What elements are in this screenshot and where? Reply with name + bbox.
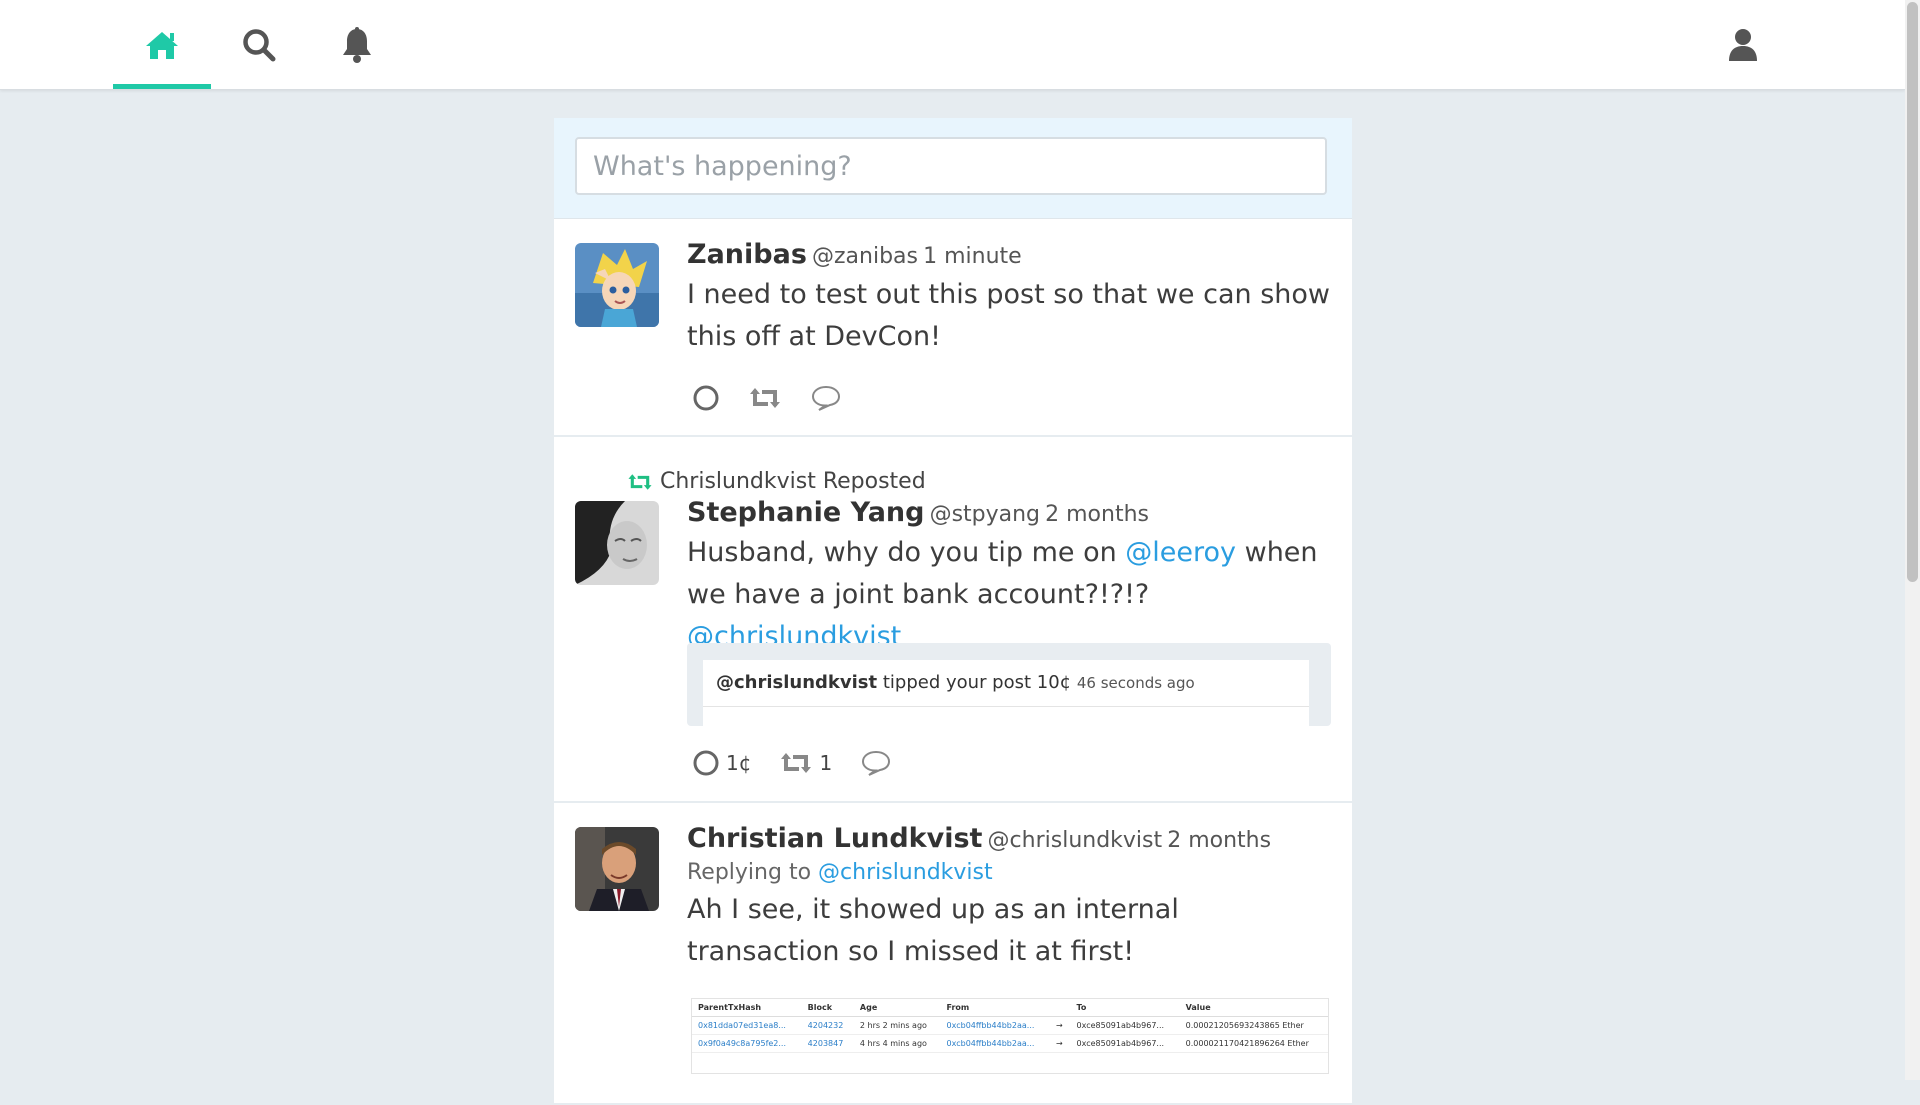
tab-search[interactable] (210, 0, 308, 89)
tip-notification-box: @chrislundkvist tipped your post 10¢ 46 … (687, 643, 1331, 726)
author-name[interactable]: Stephanie Yang (687, 497, 924, 528)
post-text-part: Husband, why do you tip me on (687, 537, 1126, 568)
table-header-row: ParentTxHash Block Age From To Value (692, 999, 1328, 1017)
table-cell: 4203847 (801, 1034, 854, 1053)
column-header: ParentTxHash (692, 999, 802, 1017)
post-time: 2 months (1167, 828, 1272, 853)
table-cell: 2 hrs 2 mins ago (853, 1016, 941, 1035)
author-handle[interactable]: @stpyang (930, 502, 1040, 527)
reply-button[interactable] (810, 384, 842, 412)
replying-mention[interactable]: @chrislundkvist (818, 860, 993, 885)
repost-banner: Chrislundkvist Reposted (626, 469, 926, 494)
profile-button[interactable] (1694, 0, 1792, 89)
post-text: Ah I see, it showed up as an internal tr… (687, 894, 1179, 967)
bell-icon (343, 26, 371, 63)
tip-amount: 1¢ (726, 751, 752, 775)
post-actions (692, 384, 870, 412)
repost-icon (781, 753, 812, 773)
tab-notifications[interactable] (308, 0, 406, 89)
table-cell: → (1050, 1016, 1071, 1035)
replying-label: Replying to (687, 860, 812, 885)
comment-icon (862, 750, 891, 776)
table-cell: 0.000021170421896264 Ether (1179, 1034, 1328, 1053)
column-header: From (940, 999, 1051, 1017)
tip-user[interactable]: @chrislundkvist (716, 672, 877, 693)
column-header: Value (1179, 999, 1328, 1017)
avatar[interactable] (575, 827, 659, 911)
post-content: Christian Lundkvist @chrislundkvist 2 mo… (687, 823, 1331, 973)
tip-action: tipped your post 10¢ (882, 672, 1072, 693)
tip-item: @chrislundkvist tipped your post 10¢ 46 … (703, 660, 1309, 707)
author-handle[interactable]: @chrislundkvist (988, 828, 1163, 853)
top-nav-bar (0, 0, 1905, 90)
author-handle[interactable]: @zanibas (812, 244, 918, 269)
table-cell: 4 hrs 4 mins ago (853, 1034, 941, 1053)
home-icon (146, 31, 178, 59)
table-cell: 4204232 (801, 1016, 854, 1035)
table-row: 0x9f0a49c8a795fe2... 4203847 4 hrs 4 min… (692, 1034, 1328, 1053)
table-cell: 0xcb04ffbb44bb2aa... (940, 1034, 1051, 1053)
column-header: Block (801, 999, 854, 1017)
user-icon (1729, 28, 1757, 61)
repost-button[interactable]: 1 (779, 750, 832, 776)
tip-button[interactable] (692, 384, 720, 412)
column-header (1050, 999, 1071, 1017)
post-content: Zanibas @zanibas 1 minute I need to test… (687, 239, 1331, 358)
post-time: 1 minute (923, 244, 1022, 269)
repost-count: 1 (819, 751, 833, 775)
reply-button[interactable] (860, 749, 892, 777)
repost-icon (750, 388, 780, 408)
compose-box (554, 118, 1352, 219)
replying-to: Replying to @chrislundkvist (687, 860, 1331, 885)
tip-button[interactable]: 1¢ (692, 749, 751, 777)
avatar[interactable] (575, 243, 659, 327)
comment-icon (811, 385, 841, 411)
column-header: Age (853, 999, 941, 1017)
post-actions: 1¢ 1 (692, 749, 920, 777)
scrollbar-thumb[interactable] (1907, 2, 1918, 582)
table-cell: → (1050, 1034, 1071, 1053)
search-icon (243, 28, 276, 61)
post-time: 2 months (1045, 502, 1149, 527)
compose-input[interactable] (575, 137, 1327, 195)
table-cell: 0x9f0a49c8a795fe2... (692, 1034, 802, 1053)
mention-link[interactable]: @leeroy (1125, 537, 1236, 568)
tip-list[interactable]: @chrislundkvist tipped your post 10¢ 46 … (703, 660, 1309, 726)
circle-tip-icon (693, 385, 719, 411)
tab-home[interactable] (113, 0, 211, 89)
transaction-screenshot: ParentTxHash Block Age From To Value 0x8… (691, 998, 1329, 1074)
post-stephanie[interactable]: Chrislundkvist Reposted Stephanie Yang @… (554, 437, 1352, 803)
repost-button[interactable] (748, 385, 782, 411)
author-name[interactable]: Zanibas (687, 239, 807, 270)
tip-time: 46 seconds ago (1076, 674, 1195, 692)
avatar[interactable] (575, 501, 659, 585)
table-row: 0x81dda07ed31ea8... 4204232 2 hrs 2 mins… (692, 1016, 1328, 1035)
table-cell: 0.00021205693243865 Ether (1179, 1016, 1328, 1035)
repost-label[interactable]: Chrislundkvist Reposted (660, 469, 926, 494)
post-zanibas[interactable]: Zanibas @zanibas 1 minute I need to test… (554, 219, 1352, 437)
repost-icon (628, 473, 652, 490)
post-text: I need to test out this post so that we … (687, 279, 1330, 352)
table-cell: 0xcb04ffbb44bb2aa... (940, 1016, 1051, 1035)
post-christian[interactable]: Christian Lundkvist @chrislundkvist 2 mo… (554, 803, 1352, 1105)
author-name[interactable]: Christian Lundkvist (687, 823, 982, 854)
column-header: To (1070, 999, 1180, 1017)
table-cell: 0x81dda07ed31ea8... (692, 1016, 802, 1035)
page-scrollbar[interactable] (1905, 0, 1920, 1080)
table-cell: 0xce85091ab4b967... (1070, 1034, 1180, 1053)
circle-tip-icon (693, 750, 719, 776)
table-cell: 0xce85091ab4b967... (1070, 1016, 1180, 1035)
post-text: Husband, why do you tip me on @leeroy wh… (687, 532, 1331, 658)
feed: Zanibas @zanibas 1 minute I need to test… (554, 118, 1352, 1105)
post-content: Stephanie Yang @stpyang 2 months Husband… (687, 497, 1331, 658)
